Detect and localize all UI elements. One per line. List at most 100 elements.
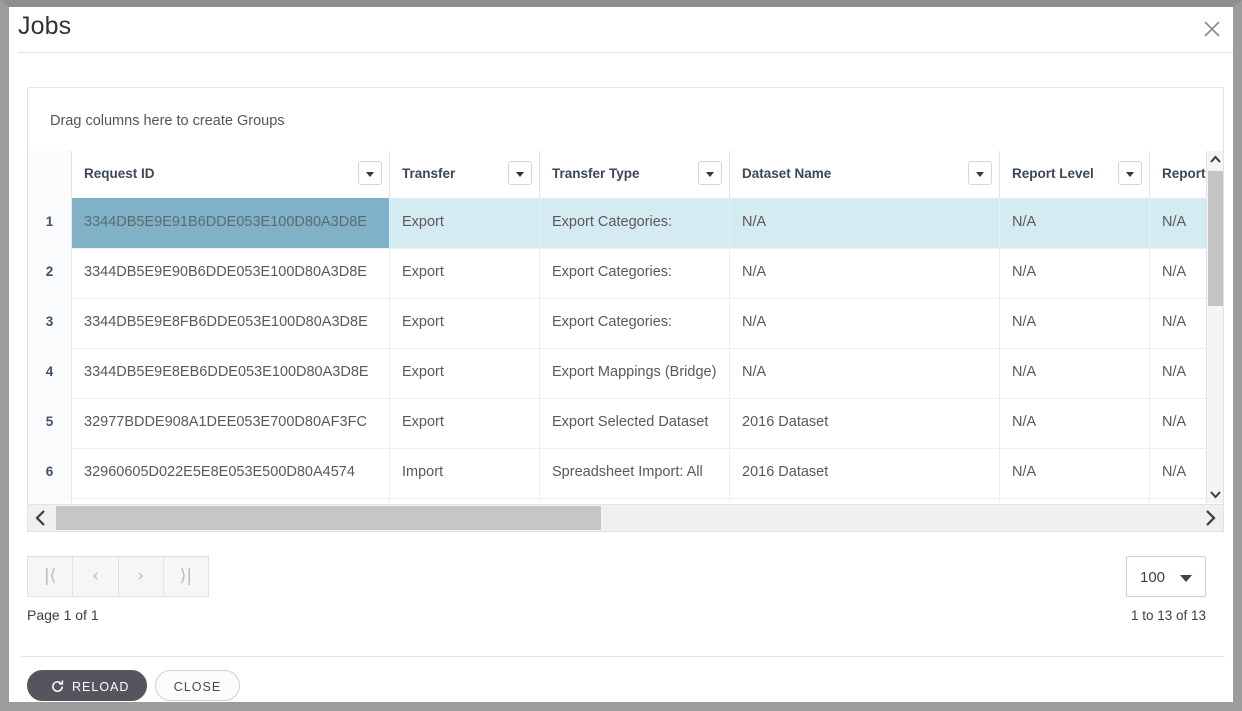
row-number: 2 bbox=[45, 264, 54, 279]
table-row[interactable]: 6 32960605D022E5E8E053E500D80A4574 Import S… bbox=[28, 448, 1223, 499]
table-cell-transfer[interactable]: Import bbox=[390, 448, 540, 498]
column-menu-icon[interactable] bbox=[1118, 161, 1142, 185]
table-cell-request-id[interactable]: 32977BDDE908A1DEE053E700D80AF3FC bbox=[72, 398, 390, 448]
prev-page-button[interactable]: ‹ bbox=[73, 557, 119, 596]
table-cell-transfer-type[interactable]: Export Selected Dataset bbox=[540, 398, 730, 448]
table-cell-dataset-name[interactable]: N/A bbox=[730, 248, 1000, 298]
cell-value: N/A bbox=[1012, 414, 1037, 430]
table-cell-transfer-type[interactable] bbox=[540, 498, 730, 503]
table-cell-report-level[interactable]: N/A bbox=[1000, 348, 1150, 398]
cell-value: Export bbox=[402, 364, 444, 380]
column-menu-icon[interactable] bbox=[968, 161, 992, 185]
table-cell-request-id[interactable]: 3344DB5E9E91B6DDE053E100D80A3D8E bbox=[72, 198, 390, 248]
table-cell-transfer-type[interactable]: Spreadsheet Import: All bbox=[540, 448, 730, 498]
horizontal-scroll-thumb[interactable] bbox=[56, 506, 601, 530]
table-row[interactable] bbox=[28, 498, 1223, 503]
cell-value: 3344DB5E9E90B6DDE053E100D80A3D8E bbox=[84, 264, 367, 280]
cell-value: Export bbox=[402, 264, 444, 280]
pagination-controls: |⟨ ‹ › ⟩| bbox=[27, 556, 209, 597]
table-cell-request-id[interactable]: 3344DB5E9E8EB6DDE053E100D80A3D8E bbox=[72, 348, 390, 398]
column-header-request-id[interactable]: Request ID bbox=[72, 151, 390, 198]
table-cell-request-id[interactable]: 32960605D022E5E8E053E500D80A4574 bbox=[72, 448, 390, 498]
reload-button-label: RELOAD bbox=[72, 680, 130, 694]
table-cell-report-level[interactable]: N/A bbox=[1000, 398, 1150, 448]
column-menu-icon[interactable] bbox=[508, 161, 532, 185]
column-menu-icon[interactable] bbox=[358, 161, 382, 185]
table-cell-report-level[interactable]: N/A bbox=[1000, 298, 1150, 348]
table-row[interactable]: 5 32977BDDE908A1DEE053E700D80AF3FC Export E… bbox=[28, 398, 1223, 449]
column-header-label: Transfer Type bbox=[552, 166, 640, 181]
cell-value: N/A bbox=[1162, 364, 1187, 380]
last-page-button[interactable]: ⟩| bbox=[164, 557, 208, 596]
scroll-right-icon[interactable] bbox=[1197, 505, 1223, 531]
scroll-left-icon[interactable] bbox=[28, 505, 54, 531]
table-cell-transfer-type[interactable]: Export Categories: bbox=[540, 248, 730, 298]
table-cell-report-level[interactable] bbox=[1000, 498, 1150, 503]
column-header-report-level[interactable]: Report Level bbox=[1000, 151, 1150, 198]
table-row[interactable]: 4 3344DB5E9E8EB6DDE053E100D80A3D8E Export E… bbox=[28, 348, 1223, 399]
scroll-down-icon[interactable] bbox=[1207, 486, 1224, 503]
horizontal-scrollbar[interactable] bbox=[28, 504, 1223, 531]
column-header-dataset-name[interactable]: Dataset Name bbox=[730, 151, 1000, 198]
table-cell-transfer[interactable]: Export bbox=[390, 398, 540, 448]
cell-value: 32960605D022E5E8E053E500D80A4574 bbox=[84, 464, 355, 480]
vertical-scrollbar[interactable] bbox=[1206, 151, 1223, 503]
table-cell-report-level[interactable]: N/A bbox=[1000, 248, 1150, 298]
dialog-body: Jobs Drag columns here to create Groups … bbox=[9, 7, 1233, 702]
page-size-value: 100 bbox=[1140, 569, 1166, 586]
table-cell-dataset-name[interactable]: 2016 Dataset bbox=[730, 398, 1000, 448]
table-cell-dataset-name[interactable]: N/A bbox=[730, 198, 1000, 248]
table-cell-transfer[interactable] bbox=[390, 498, 540, 503]
table-cell-transfer-type[interactable]: Export Mappings (Bridge) bbox=[540, 348, 730, 398]
table-cell-transfer[interactable]: Export bbox=[390, 198, 540, 248]
header-divider bbox=[18, 52, 1233, 53]
cell-value: N/A bbox=[1162, 414, 1187, 430]
cell-value: Export bbox=[402, 214, 444, 230]
cell-value: N/A bbox=[1012, 314, 1037, 330]
cell-value: N/A bbox=[1012, 464, 1037, 480]
footer-divider bbox=[21, 656, 1225, 657]
table-row[interactable]: 2 3344DB5E9E90B6DDE053E100D80A3D8E Export E… bbox=[28, 248, 1223, 299]
table-cell-dataset-name[interactable]: 2016 Dataset bbox=[730, 448, 1000, 498]
page-size-select[interactable]: 100 bbox=[1126, 556, 1206, 597]
cell-value: N/A bbox=[1162, 264, 1187, 280]
vertical-scroll-thumb[interactable] bbox=[1208, 171, 1223, 306]
table-cell-request-id[interactable]: 3344DB5E9E90B6DDE053E100D80A3D8E bbox=[72, 248, 390, 298]
column-header-transfer-type[interactable]: Transfer Type bbox=[540, 151, 730, 198]
row-number-cell: 4 bbox=[28, 348, 72, 398]
cell-value: N/A bbox=[1162, 314, 1187, 330]
group-drop-area[interactable]: Drag columns here to create Groups bbox=[28, 88, 1223, 152]
table-cell-transfer[interactable]: Export bbox=[390, 298, 540, 348]
close-icon[interactable] bbox=[1198, 15, 1226, 43]
table-cell-transfer-type[interactable]: Export Categories: bbox=[540, 198, 730, 248]
table-cell-report-level[interactable]: N/A bbox=[1000, 198, 1150, 248]
column-header-label: Transfer bbox=[402, 166, 456, 181]
scroll-up-icon[interactable] bbox=[1207, 151, 1224, 168]
row-number: 4 bbox=[45, 364, 54, 379]
cell-value: N/A bbox=[1162, 214, 1187, 230]
first-page-button[interactable]: |⟨ bbox=[28, 557, 74, 596]
table-cell-request-id[interactable] bbox=[72, 498, 390, 503]
table-cell-dataset-name[interactable]: N/A bbox=[730, 298, 1000, 348]
next-page-button[interactable]: › bbox=[119, 557, 164, 596]
table-cell-transfer-type[interactable]: Export Categories: bbox=[540, 298, 730, 348]
table-row[interactable]: 3 3344DB5E9E8FB6DDE053E100D80A3D8E Export E… bbox=[28, 298, 1223, 349]
table-cell-request-id[interactable]: 3344DB5E9E8FB6DDE053E100D80A3D8E bbox=[72, 298, 390, 348]
last-page-icon: ⟩| bbox=[179, 566, 193, 586]
reload-button[interactable]: RELOAD bbox=[27, 670, 147, 701]
column-header-transfer[interactable]: Transfer bbox=[390, 151, 540, 198]
table-cell-transfer[interactable]: Export bbox=[390, 248, 540, 298]
column-menu-icon[interactable] bbox=[698, 161, 722, 185]
table-row[interactable]: 1 3344DB5E9E91B6DDE053E100D80A3D8E Export E… bbox=[28, 198, 1223, 249]
grid-body: 1 3344DB5E9E91B6DDE053E100D80A3D8E Export E… bbox=[28, 198, 1223, 503]
table-cell-dataset-name[interactable]: N/A bbox=[730, 348, 1000, 398]
table-cell-transfer[interactable]: Export bbox=[390, 348, 540, 398]
close-button[interactable]: CLOSE bbox=[155, 670, 240, 701]
cell-value: Export Selected Dataset bbox=[552, 414, 709, 430]
table-cell-dataset-name[interactable] bbox=[730, 498, 1000, 503]
table-cell-report-level[interactable]: N/A bbox=[1000, 448, 1150, 498]
record-range: 1 to 13 of 13 bbox=[1130, 608, 1206, 623]
column-header-label: Report Level bbox=[1012, 166, 1094, 181]
cell-value: N/A bbox=[1012, 214, 1037, 230]
row-number-cell: 5 bbox=[28, 398, 72, 448]
